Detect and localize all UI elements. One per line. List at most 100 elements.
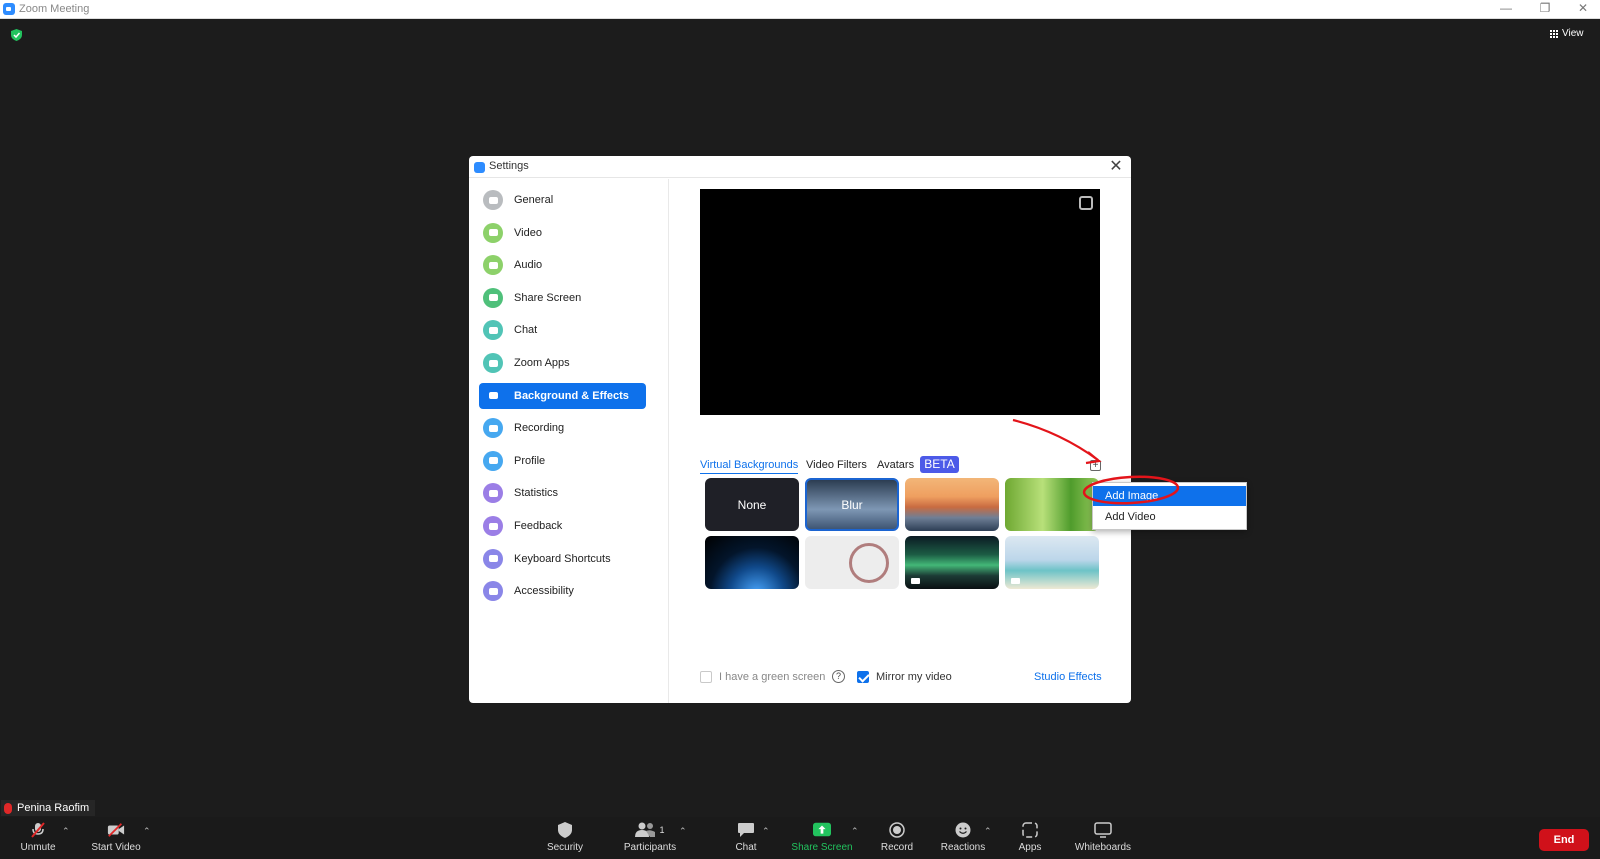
share-screen-button[interactable]: Share Screen	[787, 817, 857, 859]
mirror-video-checkbox[interactable]	[857, 671, 869, 683]
feedback-icon	[483, 516, 503, 536]
add-background-menu: Add Image Add Video	[1092, 482, 1247, 530]
sidebar-item-video[interactable]: Video	[479, 220, 646, 246]
sidebar-item-profile[interactable]: Profile	[479, 448, 646, 474]
sidebar-item-zoom-apps[interactable]: Zoom Apps	[479, 350, 646, 376]
rotate-camera-icon[interactable]	[1079, 196, 1093, 210]
reactions-options-caret[interactable]: ⌃	[984, 826, 992, 837]
sidebar-item-label: Profile	[514, 454, 546, 467]
chat-icon	[483, 320, 503, 341]
participant-name: Penina Raofim	[17, 802, 90, 814]
sidebar-item-share-screen[interactable]: Share Screen	[479, 285, 646, 311]
background-beach-video-tile[interactable]	[1005, 536, 1099, 589]
tab-virtual-backgrounds[interactable]: Virtual Backgrounds	[700, 459, 799, 474]
sidebar-item-label: Recording	[514, 422, 565, 435]
background-grass-tile[interactable]	[1005, 478, 1099, 531]
share-screen-icon	[813, 822, 831, 838]
window-title: Zoom Meeting	[19, 3, 90, 15]
sidebar-item-general[interactable]: General	[479, 187, 646, 213]
sidebar-item-label: Share Screen	[514, 291, 582, 304]
apps-label: Apps	[1018, 842, 1042, 853]
beta-badge: BETA	[920, 456, 959, 473]
window-close-button[interactable]: ✕	[1568, 1, 1598, 15]
tab-video-filters[interactable]: Video Filters	[806, 459, 867, 471]
participants-options-caret[interactable]: ⌃	[679, 826, 687, 837]
background-icon	[483, 386, 503, 406]
video-options-caret[interactable]: ⌃	[143, 826, 151, 837]
green-screen-label: I have a green screen	[719, 671, 826, 683]
sidebar-item-keyboard-shortcuts[interactable]: Keyboard Shortcuts	[479, 546, 646, 572]
audio-options-caret[interactable]: ⌃	[62, 826, 70, 837]
sidebar-item-label: Statistics	[514, 487, 559, 500]
settings-sidebar: General Video Audio Share Screen Chat Zoom Ap…	[469, 179, 669, 703]
video-camera-icon	[911, 578, 920, 584]
sidebar-item-label: Audio	[514, 259, 543, 272]
sidebar-item-accessibility[interactable]: Accessibility	[479, 578, 646, 604]
encryption-shield-icon[interactable]	[11, 29, 22, 41]
menu-add-image[interactable]: Add Image	[1093, 486, 1246, 506]
background-none-label: None	[737, 497, 767, 512]
share-screen-label: Share Screen	[791, 842, 853, 853]
participants-label: Participants	[623, 842, 677, 853]
sidebar-item-label: Feedback	[514, 520, 563, 532]
unmute-button[interactable]: Unmute	[14, 817, 62, 859]
logo-image	[849, 542, 889, 583]
minimize-button[interactable]: —	[1491, 1, 1521, 15]
unmute-label: Unmute	[20, 842, 56, 853]
profile-icon	[483, 450, 503, 471]
record-button[interactable]: Record	[877, 817, 917, 859]
record-icon	[888, 822, 906, 838]
dialog-close-button[interactable]: ✕	[1107, 158, 1125, 176]
add-background-button[interactable]: +	[1090, 460, 1101, 471]
background-none-tile[interactable]: None	[705, 478, 799, 531]
reactions-label: Reactions	[940, 842, 986, 853]
record-label: Record	[880, 842, 914, 853]
participants-button[interactable]: 1 Participants	[620, 817, 680, 859]
chat-button[interactable]: Chat	[726, 817, 766, 859]
sidebar-item-label: Chat	[514, 324, 538, 337]
sidebar-item-statistics[interactable]: Statistics	[479, 480, 646, 506]
menu-add-video[interactable]: Add Video	[1093, 507, 1246, 527]
participant-name-tag: Penina Raofim	[1, 800, 96, 816]
sidebar-item-audio[interactable]: Audio	[479, 252, 646, 278]
sidebar-item-label: Zoom Apps	[514, 357, 570, 369]
mirror-video-label: Mirror my video	[876, 671, 952, 683]
sidebar-item-label: Background & Effects	[514, 389, 629, 402]
start-video-label: Start Video	[91, 842, 141, 853]
apps-icon	[1021, 822, 1039, 838]
headphones-icon	[483, 255, 503, 276]
whiteboard-icon	[1094, 822, 1112, 838]
green-screen-checkbox[interactable]	[700, 671, 712, 683]
security-button[interactable]: Security	[545, 817, 585, 859]
studio-effects-link[interactable]: Studio Effects	[1034, 671, 1102, 683]
whiteboards-button[interactable]: Whiteboards	[1070, 817, 1136, 859]
end-meeting-button[interactable]: End	[1539, 829, 1589, 851]
view-button[interactable]: View	[1550, 28, 1584, 39]
video-camera-icon	[483, 222, 503, 243]
background-earth-tile[interactable]	[705, 536, 799, 589]
sidebar-item-background-effects[interactable]: Background & Effects	[479, 382, 646, 409]
apps-button[interactable]: Apps	[1010, 817, 1050, 859]
background-blur-label: Blur	[841, 497, 863, 512]
settings-dialog: Settings ✕ General Video Audio Share Screen…	[469, 156, 1131, 703]
start-video-button[interactable]: Start Video	[86, 817, 146, 859]
accessibility-icon	[483, 581, 503, 602]
sidebar-item-label: Keyboard Shortcuts	[514, 552, 611, 565]
sidebar-item-chat[interactable]: Chat	[479, 317, 646, 343]
background-aurora-video-tile[interactable]	[905, 536, 999, 589]
sidebar-item-feedback[interactable]: Feedback	[479, 513, 646, 539]
restore-button[interactable]: ❐	[1530, 1, 1560, 15]
reactions-button[interactable]: Reactions	[938, 817, 988, 859]
chat-label: Chat	[735, 842, 757, 853]
background-blur-tile[interactable]: Blur	[805, 478, 899, 531]
sidebar-item-recording[interactable]: Recording	[479, 415, 646, 441]
tab-avatars[interactable]: Avatars	[877, 459, 914, 471]
dialog-titlebar: Settings ✕	[469, 156, 1131, 178]
help-icon[interactable]: ?	[832, 670, 845, 683]
share-options-caret[interactable]: ⌃	[851, 826, 859, 837]
video-off-icon	[107, 822, 125, 838]
chat-options-caret[interactable]: ⌃	[762, 826, 770, 837]
background-golden-gate-tile[interactable]	[905, 478, 999, 531]
background-custom-logo-tile[interactable]	[805, 536, 899, 589]
zoom-app-icon	[474, 162, 485, 173]
